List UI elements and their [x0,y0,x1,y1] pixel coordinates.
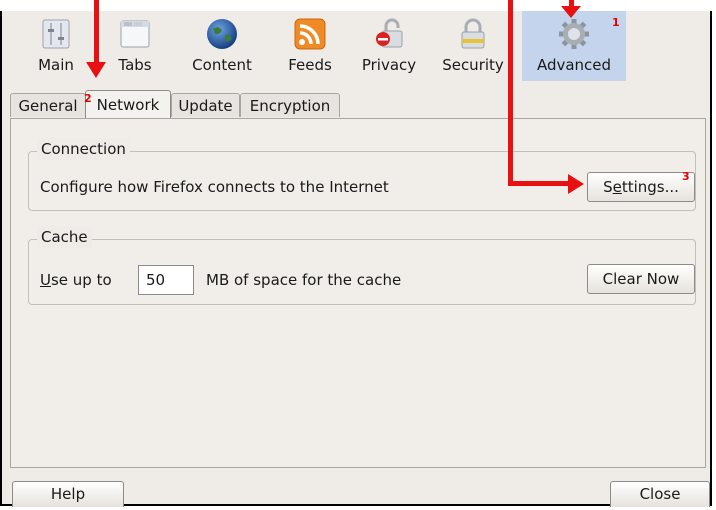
cache-suffix-label: MB of space for the cache [206,271,402,289]
cache-size-input[interactable]: 50 [138,265,194,295]
tab-general[interactable]: General [10,93,86,117]
annotation-arrow-2-head [86,62,106,78]
tab-update[interactable]: Update [171,93,240,117]
main-icon [42,19,70,49]
preferences-window: Main Tabs Content Feeds Privacy Security… [0,11,712,507]
annotation-arrow-3-horizontal [508,181,570,186]
close-button[interactable]: Close [610,481,710,507]
pane-main-label: Main [38,56,74,74]
preferences-toolbar: Main Tabs Content Feeds Privacy Security… [2,11,712,84]
annotation-number-1: 1 [612,16,620,29]
pane-content-label: Content [192,56,252,74]
pane-content[interactable]: Content [184,11,260,81]
privacy-icon [376,18,403,48]
cache-group: Cache Use up to 50 MB of space for the c… [28,226,696,305]
cache-legend: Cache [37,226,92,248]
pane-tabs-label: Tabs [118,56,152,74]
annotation-number-3: 3 [682,170,690,183]
pane-security-label: Security [442,56,504,74]
pane-privacy-label: Privacy [361,56,417,74]
pane-feeds-label: Feeds [288,56,332,74]
advanced-gear-icon [559,19,589,49]
pane-advanced-label: Advanced [536,56,612,74]
feeds-rss-icon [294,18,326,50]
content-globe-icon [207,19,237,49]
connection-legend: Connection [37,138,130,160]
cache-use-up-to-label: Use up to [40,271,112,289]
network-panel: Connection Configure how Firefox connect… [10,118,706,468]
pane-main[interactable]: Main [26,11,86,81]
annotation-number-2: 2 [84,92,92,105]
tab-network[interactable]: Network [85,90,171,118]
connection-settings-button[interactable]: Settings... [587,172,695,202]
tab-encryption[interactable]: Encryption [240,93,340,117]
tabs-icon [120,20,150,48]
pane-advanced[interactable]: Advanced [522,11,626,81]
security-padlock-icon [461,18,485,49]
annotation-arrow-2-shaft [94,0,99,64]
help-button[interactable]: Help [12,481,124,507]
annotation-arrow-1-head [561,6,581,18]
pane-feeds[interactable]: Feeds [280,11,340,81]
clear-cache-button[interactable]: Clear Now [587,264,695,294]
annotation-arrow-3-head [568,174,584,194]
pane-security[interactable]: Security [436,11,510,81]
pane-privacy[interactable]: Privacy [354,11,424,81]
connection-description: Configure how Firefox connects to the In… [40,178,389,196]
pane-tabs[interactable]: Tabs [106,11,164,81]
annotation-arrow-3-vertical [508,0,513,186]
connection-group: Connection Configure how Firefox connect… [28,138,696,211]
